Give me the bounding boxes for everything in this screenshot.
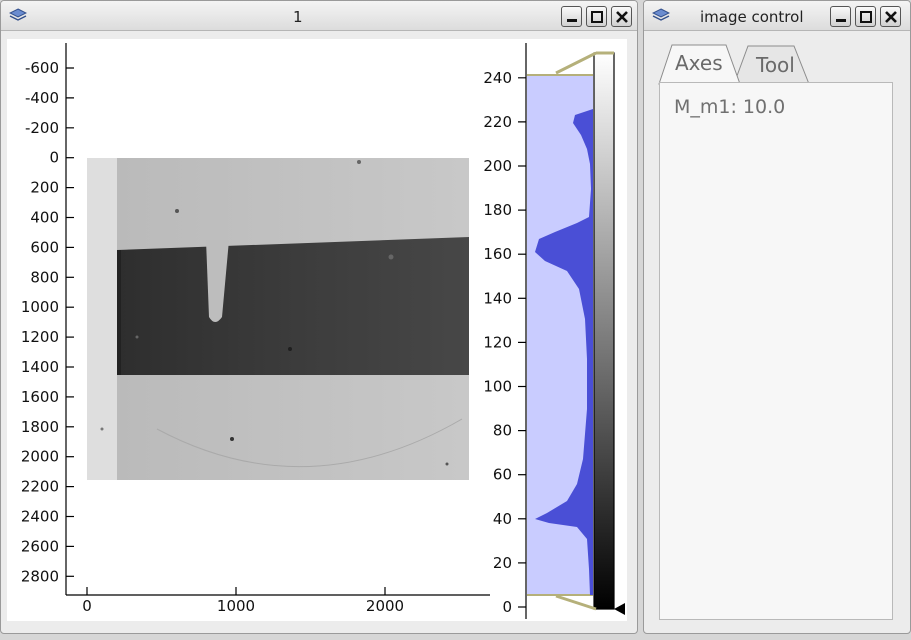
image-y-tick-label: -200 — [25, 119, 59, 137]
image-window: 1 -600 -400 -200 0 200 400 600 800 1000 … — [0, 0, 638, 634]
image-y-tick-label: 2800 — [21, 567, 59, 585]
histogram-y-tick-label: 180 — [483, 201, 512, 219]
maximize-button[interactable] — [586, 6, 607, 27]
image-y-tick-label: 2200 — [21, 478, 59, 496]
histogram-y-tick-label: 20 — [493, 554, 512, 572]
tab-axes-label[interactable]: Axes — [675, 51, 723, 75]
motor-readout: M_m1: 10.0 — [674, 96, 786, 118]
image-y-tick-label: 1800 — [21, 418, 59, 436]
image-y-tick-label: 2600 — [21, 537, 59, 555]
image-y-tick-label: 2400 — [21, 508, 59, 526]
histogram-y-tick-label: 40 — [493, 510, 512, 528]
histogram-y-tick-label: 60 — [493, 466, 512, 484]
image-y-tick-label: 1400 — [21, 358, 59, 376]
image-y-tick-label: 1600 — [21, 388, 59, 406]
image-y-tick-label: -600 — [25, 59, 59, 77]
image-y-tick-label: 600 — [30, 238, 59, 256]
maximize-icon — [860, 11, 872, 23]
image-x-tick-label: 2000 — [366, 597, 404, 615]
histogram-y-tick-label: 100 — [483, 378, 512, 396]
image-window-title: 1 — [293, 8, 303, 26]
close-icon — [885, 11, 897, 23]
minimize-icon — [836, 19, 846, 22]
image-window-titlebar[interactable]: 1 — [1, 1, 637, 31]
histogram-y-tick-label: 240 — [483, 69, 512, 87]
image-y-tick-label: 0 — [49, 149, 59, 167]
histogram-y-tick-label: 160 — [483, 245, 512, 263]
control-window-title: image control — [700, 8, 804, 26]
minimize-icon — [567, 19, 577, 22]
image-x-axis: 0 1000 2000 — [82, 587, 404, 615]
image-plot-svg[interactable]: -600-400-2000200400600800100012001400160… — [7, 39, 627, 621]
histogram-y-tick-label: 220 — [483, 113, 512, 131]
image-control-window: image control Axes Tool M_m1: 10.0 — [643, 0, 911, 634]
close-button[interactable] — [611, 6, 632, 27]
histogram-y-tick-label: 140 — [483, 289, 512, 307]
histogram-panel[interactable] — [525, 43, 593, 619]
histogram-y-tick-label: 120 — [483, 333, 512, 351]
image-y-tick-label: 400 — [30, 209, 59, 227]
image-y-tick-label: 2000 — [21, 448, 59, 466]
minimize-button[interactable] — [561, 6, 582, 27]
image-y-tick-label: 200 — [30, 179, 59, 197]
image-x-tick-label: 0 — [82, 597, 92, 615]
colorbar-handle-arrow[interactable] — [614, 603, 625, 615]
histogram-y-tick-label: 80 — [493, 422, 512, 440]
detector-image[interactable] — [87, 158, 469, 480]
tab-content-panel: M_m1: 10.0 — [659, 82, 893, 620]
image-y-tick-label: 800 — [30, 268, 59, 286]
colorbar — [593, 52, 615, 610]
close-icon — [616, 11, 628, 23]
stacked-layers-icon — [652, 8, 670, 21]
image-x-tick-label: 1000 — [217, 597, 255, 615]
histogram-y-tick-label: 200 — [483, 157, 512, 175]
close-button[interactable] — [880, 6, 901, 27]
maximize-icon — [591, 11, 603, 23]
tab-tool-label[interactable]: Tool — [756, 53, 795, 77]
image-y-tick-label: 1200 — [21, 328, 59, 346]
maximize-button[interactable] — [855, 6, 876, 27]
image-y-tick-label: 1000 — [21, 298, 59, 316]
histogram-y-axis: 0 20 40 60 80 100 120 140 160 180 200 220 240 — [483, 69, 526, 616]
plot-canvas[interactable]: -600 -400 -200 0 200 400 600 800 1000 1200 1400 160… — [7, 39, 627, 621]
control-window-titlebar[interactable]: image control — [644, 1, 910, 31]
image-y-tick-label: -400 — [25, 89, 59, 107]
histogram-y-tick-label: 0 — [502, 598, 512, 616]
minimize-button[interactable] — [830, 6, 851, 27]
stacked-layers-icon — [9, 8, 27, 21]
